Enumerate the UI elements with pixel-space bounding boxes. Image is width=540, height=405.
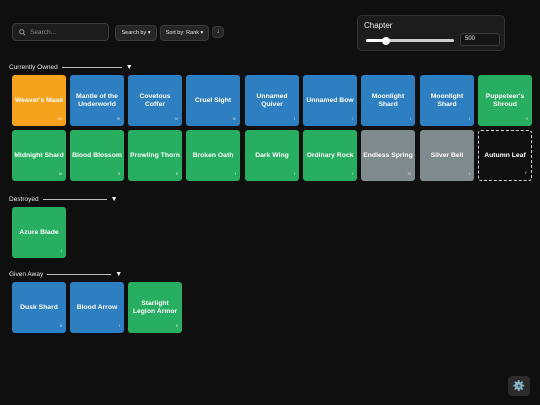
gear-icon: ⚙️ [512,380,526,392]
section-title: Currently Owned [9,64,58,71]
item-card-name: Moonlight Shard [430,92,464,108]
item-card-name: Autumn Leaf [484,151,526,159]
item-card[interactable]: Blood Arrow I [70,282,124,333]
item-card-rank: IV [174,117,178,121]
chapter-slider[interactable] [366,36,454,45]
item-card-name: Endless Spring [363,151,413,159]
item-card[interactable]: Puppeteer's Shroud V [478,75,532,126]
item-card-name: Blood Blossom [72,151,122,159]
section-divider [42,199,107,200]
item-card-rank: I [352,117,353,121]
collapse-toggle-icon[interactable]: ▼ [126,64,133,71]
item-card-rank: I [235,172,236,176]
item-card-name: Ordinary Rock [306,151,354,159]
item-card[interactable]: Starlight Legion Armor II [128,282,182,333]
item-card-rank: I [119,324,120,328]
item-card-name: Silver Bell [430,151,464,159]
item-card-name: Moonlight Shard [371,92,405,108]
item-card-name: Blood Arrow [76,303,118,311]
item-card-rank: IV [232,117,236,121]
item-card-rank: II [176,172,178,176]
item-card-rank: IV [407,172,411,176]
settings-button[interactable]: ⚙️ [508,376,530,396]
item-card[interactable]: Mantle of the Underworld VI [70,75,124,126]
item-card-rank: II [118,172,120,176]
item-card-rank: III [59,172,62,176]
item-card-name: Starlight Legion Armor [132,299,178,315]
section-header[interactable]: Given Away ▼ [9,271,122,278]
chapter-label: Chapter [364,21,393,30]
item-card-name: Puppeteer's Shroud [485,92,525,108]
item-card-name: Azure Blade [19,228,59,236]
item-card-rank: VI [116,117,120,121]
item-card-name: Midnight Shard [14,151,64,159]
section-title: Destroyed [9,196,39,203]
item-card-name: Mantle of the Underworld [76,92,118,108]
item-card[interactable]: Dark Wing I [245,130,299,181]
item-card-rank: I [352,172,353,176]
item-card-rank: II [60,324,62,328]
item-card-name: Dusk Shard [20,303,58,311]
item-card-rank: I [294,117,295,121]
item-card-rank: Y [524,171,527,175]
item-card-name: Dark Wing [255,151,289,159]
item-card[interactable]: Dusk Shard II [12,282,66,333]
section-header[interactable]: Destroyed ▼ [9,196,118,203]
item-card-rank: VII [57,117,62,121]
item-card[interactable]: Covetous Coffer IV [128,75,182,126]
item-card[interactable]: Moonlight Shard I [361,75,415,126]
item-card[interactable]: Blood Blossom II [70,130,124,181]
item-card-name: Covetous Coffer [139,92,171,108]
section-title: Given Away [9,271,44,278]
chapter-input[interactable]: 500 [460,33,500,46]
chapter-slider-thumb[interactable] [382,36,391,45]
item-card[interactable]: Prowling Thorn II [128,130,182,181]
item-card[interactable]: Autumn Leaf Y [478,130,532,181]
item-card[interactable]: Cruel Sight IV [186,75,240,126]
search-by-dropdown[interactable]: Search by ▾ [115,25,157,41]
item-card[interactable]: Azure Blade I [12,207,66,258]
collapse-toggle-icon[interactable]: ▼ [115,271,122,278]
item-card[interactable]: Unnamed Bow I [303,75,357,126]
item-card[interactable]: Ordinary Rock I [303,130,357,181]
item-card-rank: I [469,172,470,176]
search-field[interactable] [12,23,109,41]
item-card[interactable]: Broken Oath I [186,130,240,181]
item-card[interactable]: Endless Spring IV [361,130,415,181]
item-card[interactable]: Midnight Shard III [12,130,66,181]
item-card-name: Broken Oath [192,151,234,159]
sort-by-dropdown[interactable]: Sort by: Rank ▾ [160,25,209,41]
item-card-name: Unnamed Bow [306,96,354,104]
item-card[interactable]: Moonlight Shard I [420,75,474,126]
item-card[interactable]: Unnamed Quiver I [245,75,299,126]
search-input[interactable] [30,28,100,36]
section-header[interactable]: Currently Owned ▼ [9,64,133,71]
search-icon [19,28,26,36]
item-card-rank: I [294,172,295,176]
item-card-name: Weaver's Mask [14,96,64,104]
item-card-name: Prowling Thorn [130,151,180,159]
item-card-rank: V [525,117,528,121]
item-card-name: Unnamed Quiver [256,92,288,108]
item-card-rank: I [61,249,62,253]
collapse-toggle-icon[interactable]: ▼ [111,196,118,203]
section-divider [47,274,112,275]
chapter-panel: Chapter 500 [357,15,505,51]
section-divider [61,67,122,68]
item-card-name: Cruel Sight [194,96,232,104]
item-card[interactable]: Weaver's Mask VII [12,75,66,126]
item-card[interactable]: Silver Bell I [420,130,474,181]
sort-direction-button[interactable]: ↓ [212,26,224,38]
item-card-rank: I [469,117,470,121]
item-card-rank: I [410,117,411,121]
item-card-rank: II [176,324,178,328]
